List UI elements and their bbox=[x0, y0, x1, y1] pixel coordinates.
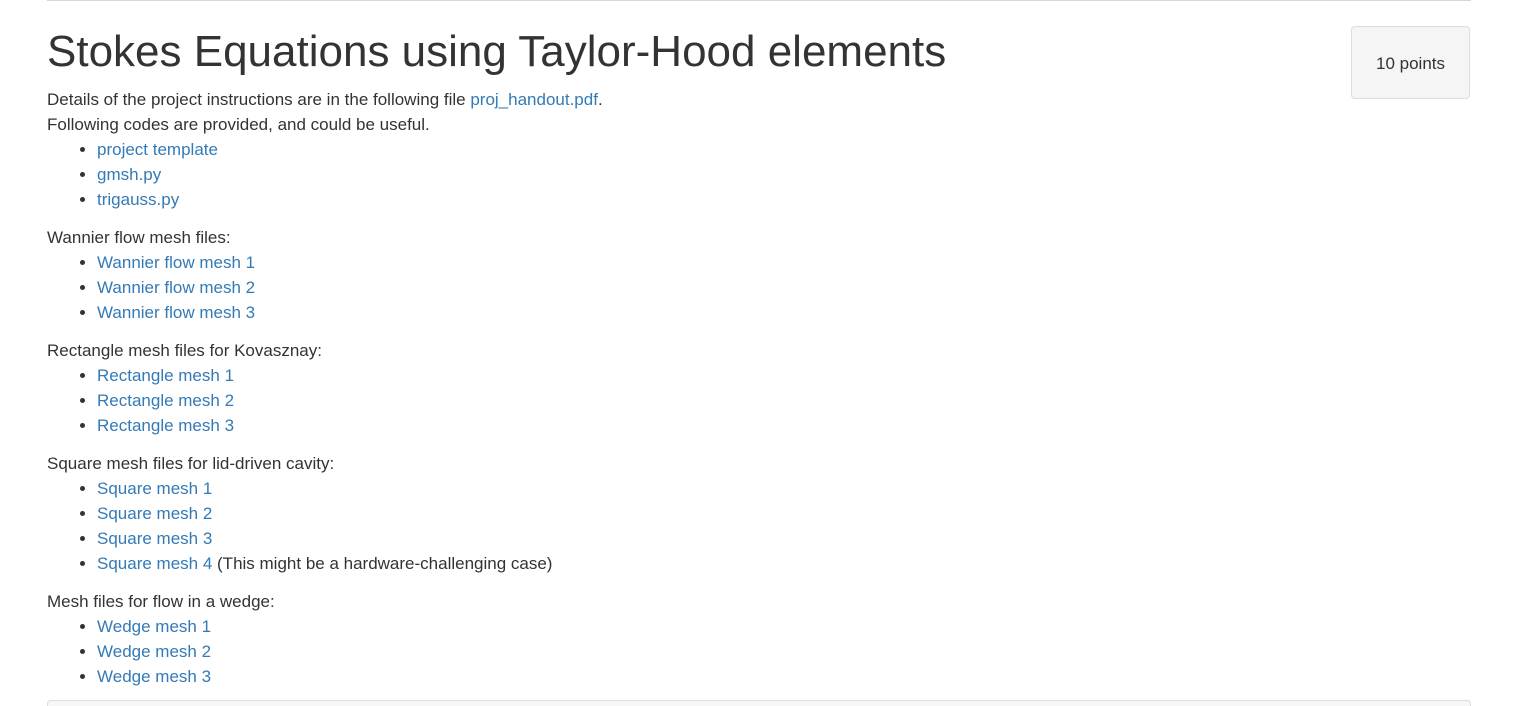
codes-line: Following codes are provided, and could … bbox=[47, 115, 430, 134]
trigauss-py-link[interactable]: trigauss.py bbox=[97, 190, 179, 209]
wedge-section-heading: Mesh files for flow in a wedge: bbox=[47, 592, 275, 611]
project-template-link[interactable]: project template bbox=[97, 140, 218, 159]
list-item: Rectangle mesh 2 bbox=[97, 388, 1337, 413]
code-links-list: project template gmsh.py trigauss.py bbox=[47, 137, 1337, 212]
list-item: Rectangle mesh 3 bbox=[97, 413, 1337, 438]
rectangle-section-heading: Rectangle mesh files for Kovasznay: bbox=[47, 341, 322, 360]
list-item: Square mesh 4 (This might be a hardware-… bbox=[97, 551, 1337, 576]
rectangle-mesh-1-link[interactable]: Rectangle mesh 1 bbox=[97, 366, 234, 385]
list-item: gmsh.py bbox=[97, 162, 1337, 187]
project-content: Details of the project instructions are … bbox=[47, 87, 1337, 702]
gmsh-py-link[interactable]: gmsh.py bbox=[97, 165, 161, 184]
list-item: Wannier flow mesh 3 bbox=[97, 300, 1337, 325]
details-prefix: Details of the project instructions are … bbox=[47, 90, 471, 109]
list-item: Wannier flow mesh 1 bbox=[97, 250, 1337, 275]
list-item: Square mesh 1 bbox=[97, 476, 1337, 501]
list-item: Square mesh 3 bbox=[97, 526, 1337, 551]
handout-link[interactable]: proj_handout.pdf bbox=[470, 90, 598, 109]
list-item: Wedge mesh 1 bbox=[97, 614, 1337, 639]
list-item: trigauss.py bbox=[97, 187, 1337, 212]
square-mesh-2-link[interactable]: Square mesh 2 bbox=[97, 504, 212, 523]
details-suffix: . bbox=[597, 90, 603, 109]
list-item: project template bbox=[97, 137, 1337, 162]
rectangle-mesh-list: Rectangle mesh 1 Rectangle mesh 2 Rectan… bbox=[47, 363, 1337, 438]
details-line: Details of the project instructions are … bbox=[47, 87, 1337, 112]
rectangle-mesh-2-link[interactable]: Rectangle mesh 2 bbox=[97, 391, 234, 410]
square-mesh-3-link[interactable]: Square mesh 3 bbox=[97, 529, 212, 548]
rectangle-mesh-3-link[interactable]: Rectangle mesh 3 bbox=[97, 416, 234, 435]
list-item: Square mesh 2 bbox=[97, 501, 1337, 526]
wannier-section-heading: Wannier flow mesh files: bbox=[47, 228, 231, 247]
wedge-mesh-2-link[interactable]: Wedge mesh 2 bbox=[97, 642, 211, 661]
wedge-mesh-list: Wedge mesh 1 Wedge mesh 2 Wedge mesh 3 bbox=[47, 614, 1337, 689]
square-mesh-4-link[interactable]: Square mesh 4 bbox=[97, 554, 212, 573]
wannier-mesh-list: Wannier flow mesh 1 Wannier flow mesh 2 … bbox=[47, 250, 1337, 325]
next-panel-edge bbox=[47, 700, 1471, 706]
points-badge: 10 points bbox=[1351, 26, 1470, 99]
wedge-mesh-1-link[interactable]: Wedge mesh 1 bbox=[97, 617, 211, 636]
page-title: Stokes Equations using Taylor-Hood eleme… bbox=[47, 27, 947, 76]
list-item: Wedge mesh 3 bbox=[97, 664, 1337, 689]
square-section-heading: Square mesh files for lid-driven cavity: bbox=[47, 454, 335, 473]
list-item: Wannier flow mesh 2 bbox=[97, 275, 1337, 300]
wannier-mesh-3-link[interactable]: Wannier flow mesh 3 bbox=[97, 303, 255, 322]
hardware-note: (This might be a hardware-challenging ca… bbox=[212, 554, 553, 573]
project-page: Stokes Equations using Taylor-Hood eleme… bbox=[0, 0, 1514, 706]
list-item: Rectangle mesh 1 bbox=[97, 363, 1337, 388]
square-mesh-list: Square mesh 1 Square mesh 2 Square mesh … bbox=[47, 476, 1337, 576]
square-mesh-1-link[interactable]: Square mesh 1 bbox=[97, 479, 212, 498]
list-item: Wedge mesh 2 bbox=[97, 639, 1337, 664]
wannier-mesh-2-link[interactable]: Wannier flow mesh 2 bbox=[97, 278, 255, 297]
wedge-mesh-3-link[interactable]: Wedge mesh 3 bbox=[97, 667, 211, 686]
top-divider bbox=[47, 0, 1471, 1]
wannier-mesh-1-link[interactable]: Wannier flow mesh 1 bbox=[97, 253, 255, 272]
